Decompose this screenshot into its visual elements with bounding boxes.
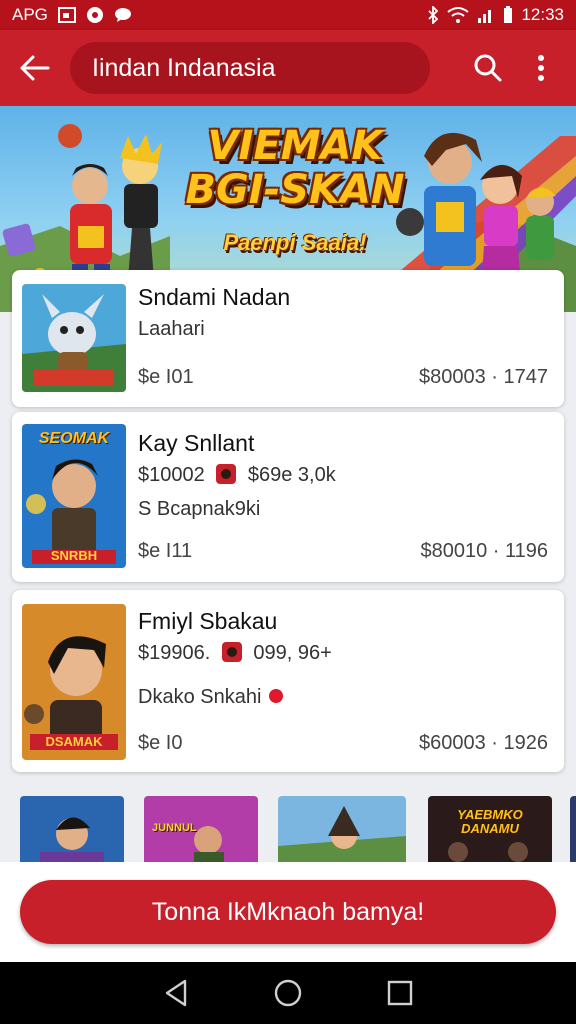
record-icon [86, 6, 104, 24]
price-right: $60003 · 1926 [418, 732, 548, 754]
clock: 12:33 [521, 5, 564, 24]
thumbnail-text-bottom: DSAMAK [45, 734, 103, 749]
bluetooth-icon [427, 6, 439, 24]
meta-left: $19906. [138, 642, 211, 664]
more-vert-icon [538, 55, 544, 81]
more-options-button[interactable] [516, 30, 566, 106]
primary-cta-button[interactable]: Tonna IkMknaoh bamya! [20, 880, 556, 944]
meta-right: 099, 96+ [253, 642, 332, 664]
back-button[interactable] [0, 30, 70, 106]
game-meta: $10002 $69e 3,0k [138, 464, 336, 487]
hero-title-line2: BGI-SKAN [185, 167, 405, 213]
price-right: $80003 · 1747 [418, 366, 548, 388]
nav-back-button[interactable] [156, 973, 196, 1013]
search-button[interactable] [460, 30, 516, 106]
strip-tile-text: JUNNUL [152, 822, 197, 834]
creature-artwork [22, 284, 126, 392]
strip-tile[interactable]: YAEBMKO DANAMU [428, 796, 552, 862]
app-bar: Iindan Indanasia [0, 30, 576, 106]
search-icon [474, 54, 502, 82]
carrier-label: APG [12, 5, 48, 24]
thumbnail-text-top: SEOMAK [38, 430, 110, 447]
game-card[interactable]: SEOMAK SNRBH Kay Snllant $10002 $69e 3,0… [12, 412, 564, 582]
price-right: $80010 · 1196 [420, 540, 548, 562]
strip-tile[interactable] [278, 796, 406, 862]
strip-tile[interactable] [20, 796, 124, 862]
cta-area: Tonna IkMknaoh bamya! [0, 862, 576, 962]
game-subtitle-text: Dkako Snkahi [138, 686, 262, 708]
nav-back-icon [165, 979, 187, 1007]
game-title: Sndami Nadan [138, 284, 291, 310]
game-meta: $19906. 099, 96+ [138, 642, 332, 665]
thumbnail-text-bottom: SNRBH [50, 548, 98, 563]
system-nav-bar [0, 962, 576, 1024]
back-arrow-icon [20, 55, 50, 81]
strip-tile[interactable] [570, 796, 576, 862]
price-left: $e I11 [138, 540, 193, 562]
hero-title-line1: VIEMAK [207, 123, 383, 169]
meta-right: $69e 3,0k [247, 464, 336, 486]
game-card[interactable]: Sndami Nadan Laahari $e I01 $80003 · 174… [12, 270, 564, 407]
nav-home-button[interactable] [268, 973, 308, 1013]
game-title: Fmiyl Sbakau [138, 608, 278, 634]
image-icon [57, 7, 76, 23]
chat-bubble-icon [114, 7, 132, 23]
game-subtitle: Dkako Snkahi [138, 686, 283, 709]
game-card[interactable]: DSAMAK Fmiyl Sbakau $19906. 099, 96+ Dka… [12, 590, 564, 772]
game-thumbnail: SEOMAK SNRBH [22, 424, 126, 568]
strip-artwork [278, 796, 406, 862]
coin-icon [221, 642, 242, 662]
nav-home-icon [274, 979, 302, 1007]
strip-tile-text: YAEBMKO DANAMU [457, 807, 523, 836]
game-title: Kay Snllant [138, 430, 255, 456]
notification-dot-icon [268, 689, 283, 703]
game-subtitle: S Bcapnak9ki [138, 498, 261, 520]
meta-left: $10002 [138, 464, 205, 486]
strip-tile[interactable]: JUNNUL [144, 796, 258, 862]
status-bar: APG 12:33 [0, 0, 576, 30]
game-thumbnail-strip: JUNNUL YAEBMKO DANAMU [0, 790, 576, 862]
price-left: $e I0 [138, 732, 183, 754]
hero-subtitle: Paenpi Saaia! [223, 230, 367, 255]
battery-icon [503, 6, 513, 24]
game-thumbnail [22, 284, 126, 392]
signal-icon [477, 6, 495, 24]
nav-recents-icon [387, 980, 413, 1006]
wifi-icon [447, 6, 470, 24]
search-field[interactable]: Iindan Indanasia [70, 42, 430, 94]
price-left: $e I01 [138, 366, 194, 388]
game-thumbnail: DSAMAK [22, 604, 126, 760]
coin-icon [216, 464, 237, 484]
search-text: Iindan Indanasia [92, 53, 276, 82]
hero-title: VIEMAK BGI-SKAN [170, 124, 420, 212]
game-subtitle: Laahari [138, 318, 205, 340]
strip-artwork [20, 796, 124, 862]
nav-recents-button[interactable] [380, 973, 420, 1013]
